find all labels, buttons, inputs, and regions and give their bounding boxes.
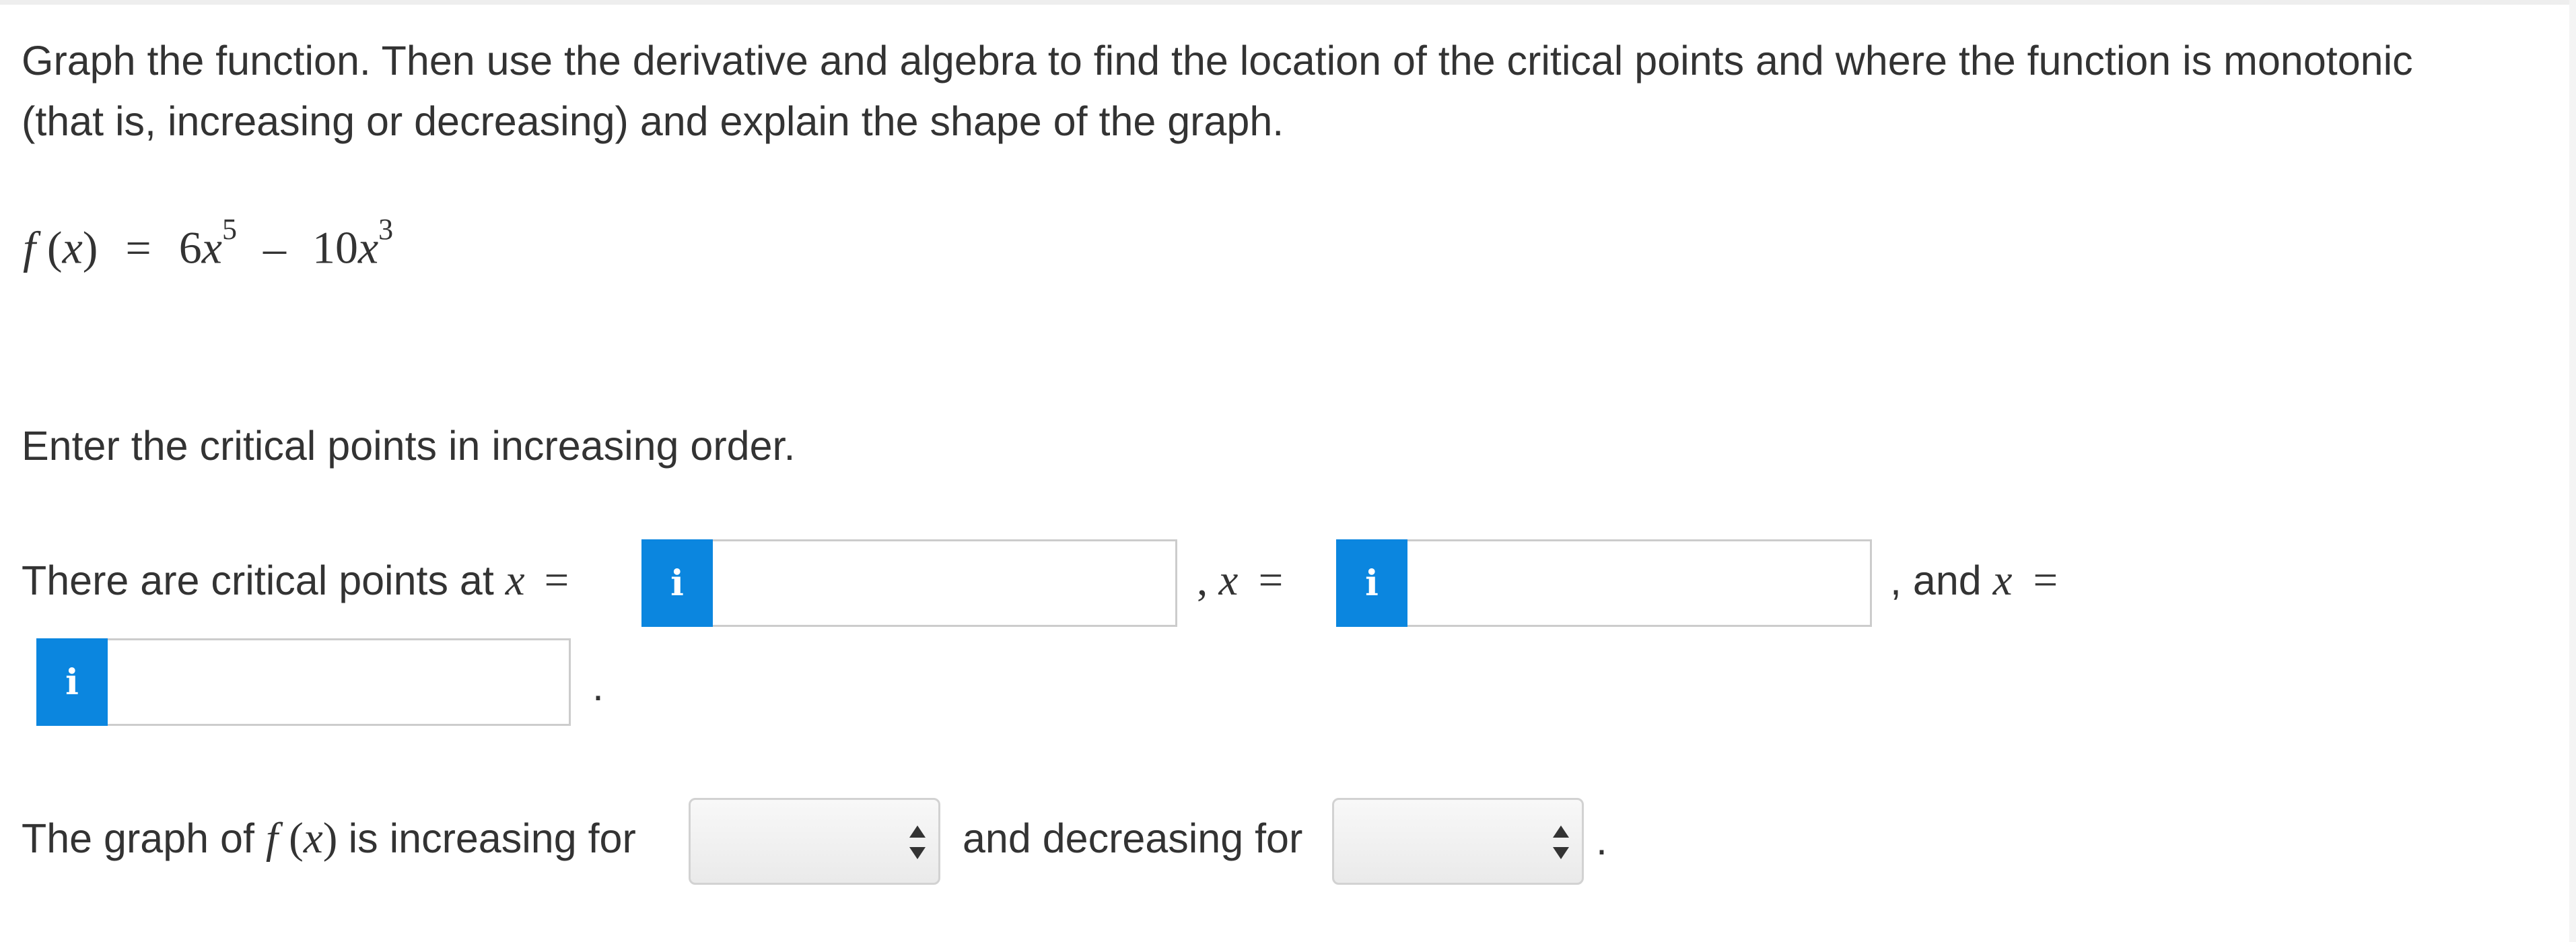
info-icon[interactable]: i bbox=[641, 539, 713, 627]
term-1-variable: x bbox=[201, 222, 222, 273]
critical-points-and: , and x = bbox=[1890, 551, 2058, 610]
x-variable-2: x bbox=[1218, 556, 1239, 605]
equals-sign: = bbox=[125, 222, 151, 273]
info-icon[interactable]: i bbox=[1336, 539, 1407, 627]
minus-sign: – bbox=[263, 222, 286, 273]
critical-points-prefix: There are critical points at bbox=[22, 558, 494, 603]
scrollbar-track bbox=[2569, 0, 2576, 942]
instruction-text: Enter the critical points in increasing … bbox=[22, 423, 796, 469]
x-variable-1: x bbox=[505, 556, 525, 605]
x-variable-3: x bbox=[1992, 556, 2013, 605]
monotonic-period: . bbox=[1596, 817, 1607, 863]
monotonic-prefix: The graph of f (x) is increasing for bbox=[22, 814, 636, 863]
critical-points-period: . bbox=[592, 663, 604, 709]
equals-3: = bbox=[2033, 556, 2058, 605]
increasing-label: is increasing for bbox=[348, 815, 636, 861]
term-2-variable: x bbox=[357, 222, 379, 273]
exponent-2: 3 bbox=[378, 213, 394, 246]
monotonic-function-name: f bbox=[265, 814, 278, 863]
function-name: f bbox=[23, 222, 36, 273]
monotonic-variable: x bbox=[303, 814, 323, 863]
critical-point-input-2[interactable]: i bbox=[1336, 539, 1872, 627]
equals-2: = bbox=[1258, 556, 1284, 605]
graph-of-text: The graph of bbox=[22, 815, 254, 861]
info-icon[interactable]: i bbox=[36, 638, 108, 726]
question-line-1: Graph the function. Then use the derivat… bbox=[22, 38, 2413, 83]
comma-1: , bbox=[1197, 556, 1208, 605]
exponent-1: 5 bbox=[221, 213, 237, 246]
and-text: , and bbox=[1890, 558, 1982, 603]
function-definition: f (x) = 6x5 – 10x3 bbox=[23, 213, 394, 273]
select-arrows-icon bbox=[1553, 826, 1569, 859]
decreasing-label: and decreasing for bbox=[963, 815, 1303, 861]
decreasing-interval-select[interactable] bbox=[1332, 798, 1584, 885]
coefficient-2: 10 bbox=[312, 222, 358, 273]
coefficient-1: 6 bbox=[178, 222, 202, 273]
critical-point-input-3[interactable]: i bbox=[36, 638, 571, 726]
critical-point-input-1[interactable]: i bbox=[641, 539, 1177, 627]
critical-points-sep-1: , x = bbox=[1197, 551, 1283, 610]
select-arrows-icon bbox=[909, 826, 926, 859]
function-variable: x bbox=[62, 222, 83, 273]
critical-points-row-1: There are critical points at x = bbox=[22, 551, 569, 610]
equals-1: = bbox=[544, 556, 569, 605]
increasing-interval-select[interactable] bbox=[689, 798, 940, 885]
question-line-2: (that is, increasing or decreasing) and … bbox=[22, 98, 1284, 144]
top-divider bbox=[0, 0, 2576, 5]
